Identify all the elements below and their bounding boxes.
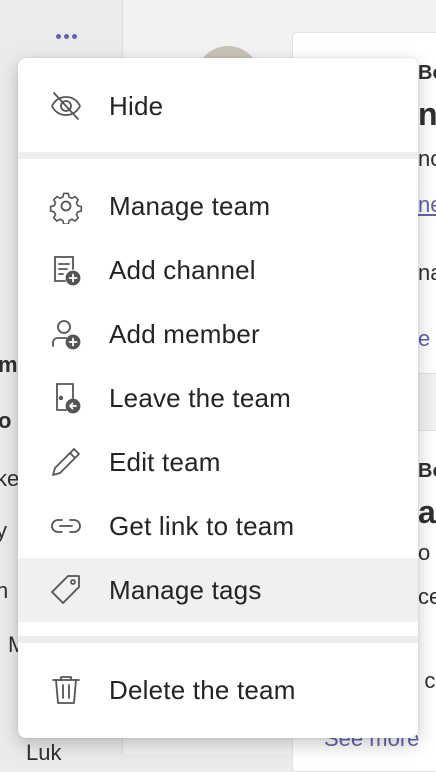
- team-name-fragment: y: [0, 518, 7, 543]
- menu-item-add-member[interactable]: Add member: [18, 302, 418, 366]
- team-name-fragment: n: [0, 578, 9, 603]
- menu-separator: [18, 636, 418, 643]
- menu-item-delete-team[interactable]: Delete the team: [18, 658, 418, 722]
- pencil-icon: [48, 444, 84, 480]
- menu-item-get-link[interactable]: Get link to team: [18, 494, 418, 558]
- menu-item-label: Leave the team: [109, 382, 292, 413]
- post-text-fragment: o: [418, 540, 431, 565]
- post-text-fragment: ce: [418, 584, 436, 609]
- menu-item-label: Hide: [109, 90, 164, 121]
- menu-item-hide[interactable]: Hide: [18, 74, 418, 138]
- team-name-fragment: ke: [0, 466, 20, 491]
- leave-icon: [48, 380, 84, 416]
- post-author-fragment: Bo: [418, 460, 436, 482]
- menu-item-edit-team[interactable]: Edit team: [18, 430, 418, 494]
- eye-off-icon: [48, 88, 84, 124]
- post-title-fragment: a: [418, 494, 436, 530]
- add-channel-icon: [48, 252, 84, 288]
- menu-item-label: Add member: [109, 318, 260, 349]
- menu-item-manage-team[interactable]: Manage team: [18, 174, 418, 238]
- menu-item-label: Delete the team: [109, 674, 296, 705]
- menu-item-label: Manage tags: [109, 574, 262, 605]
- menu-item-add-channel[interactable]: Add channel: [18, 238, 418, 302]
- post-text-fragment: no: [418, 146, 436, 171]
- add-member-icon: [48, 316, 84, 352]
- menu-item-label: Edit team: [109, 446, 221, 477]
- team-name-fragment: o: [0, 408, 12, 433]
- team-name-fragment: Luk: [26, 740, 62, 765]
- menu-item-leave-team[interactable]: Leave the team: [18, 366, 418, 430]
- post-link-fragment[interactable]: ne: [418, 192, 436, 218]
- trash-icon: [48, 672, 84, 708]
- link-icon: [48, 508, 84, 544]
- gear-icon: [48, 188, 84, 224]
- menu-item-manage-tags[interactable]: Manage tags: [18, 558, 418, 622]
- see-more-fragment[interactable]: e: [418, 326, 430, 352]
- post-title-fragment: n: [418, 96, 436, 132]
- menu-separator: [18, 152, 418, 159]
- menu-item-label: Add channel: [109, 254, 256, 285]
- team-name-fragment: m: [0, 352, 18, 377]
- tag-icon: [48, 572, 84, 608]
- menu-item-label: Get link to team: [109, 510, 295, 541]
- more-options-icon[interactable]: [50, 28, 82, 44]
- post-author-fragment: Bo: [418, 62, 436, 84]
- post-text-fragment: na: [418, 260, 436, 285]
- menu-item-label: Manage team: [109, 190, 271, 221]
- team-context-menu: Hide Manage team Add channel Add member …: [18, 58, 418, 738]
